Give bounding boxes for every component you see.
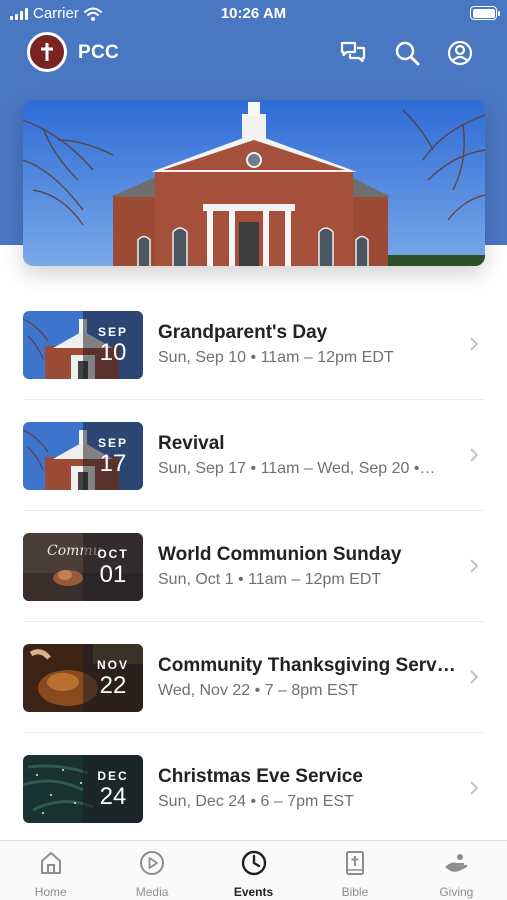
event-row[interactable]: Commu OCT 01 World Communion Sunday Sun,… — [23, 511, 485, 622]
event-datetime: Sun, Dec 24 • 6 – 7pm EST — [158, 793, 354, 810]
date-month: SEP — [97, 436, 128, 450]
event-thumbnail: NOV 22 — [23, 644, 143, 712]
event-thumbnail: Commu OCT 01 — [23, 533, 143, 601]
event-datetime: Wed, Nov 22 • 7 – 8pm EST — [158, 682, 359, 699]
date-month: DEC — [97, 769, 129, 783]
date-badge: SEP 10 — [83, 311, 143, 379]
event-title: Grandparent's Day — [158, 322, 328, 343]
event-row[interactable]: DEC 24 Christmas Eve Service Sun, Dec 24… — [23, 733, 485, 844]
date-day: 22 — [99, 672, 127, 699]
tab-giving[interactable]: Giving — [406, 841, 507, 900]
app-header: PCC — [0, 30, 507, 76]
date-badge: DEC 24 — [83, 755, 143, 823]
battery-icon — [470, 6, 500, 20]
chevron-right-icon — [470, 448, 479, 462]
tab-label: Media — [135, 885, 169, 899]
search-button[interactable] — [392, 38, 422, 68]
date-month: OCT — [97, 547, 129, 561]
play-circle-icon — [140, 851, 165, 875]
event-title: World Communion Sunday — [158, 544, 402, 565]
event-row[interactable]: NOV 22 Community Thanksgiving Serv… Wed,… — [23, 622, 485, 733]
date-day: 10 — [99, 339, 127, 366]
tab-label: Giving — [439, 885, 474, 899]
date-day: 17 — [99, 450, 127, 477]
hero-image — [23, 100, 485, 266]
event-datetime: Sun, Sep 10 • 11am – 12pm EDT — [158, 349, 394, 366]
event-datetime: Sun, Sep 17 • 11am – Wed, Sep 20 •… — [158, 460, 436, 477]
event-title: Revival — [158, 433, 225, 454]
tab-label: Events — [233, 885, 274, 899]
date-month: SEP — [97, 325, 128, 339]
chat-icon — [340, 41, 366, 63]
event-thumbnail: SEP 10 — [23, 311, 143, 379]
date-badge: OCT 01 — [83, 533, 143, 601]
date-day: 01 — [99, 561, 127, 588]
event-thumbnail: DEC 24 — [23, 755, 143, 823]
status-bar: Carrier 10:26 AM — [0, 0, 507, 30]
date-month: NOV — [96, 658, 129, 672]
chevron-right-icon — [470, 337, 479, 351]
event-title: Christmas Eve Service — [158, 766, 363, 787]
date-day: 24 — [99, 783, 127, 810]
event-thumbnail: SEP 17 — [23, 422, 143, 490]
church-logo[interactable] — [27, 32, 67, 72]
tab-bar: Home Media Events Bible Giving — [0, 840, 507, 900]
tab-home[interactable]: Home — [0, 841, 101, 900]
event-list: SEP 10 Grandparent's Day Sun, Sep 10 • 1… — [23, 289, 485, 844]
tab-bible[interactable]: Bible — [304, 841, 405, 900]
tab-label: Home — [34, 885, 67, 899]
tab-label: Bible — [341, 885, 369, 899]
event-datetime: Sun, Oct 1 • 11am – 12pm EDT — [158, 571, 382, 588]
home-icon — [40, 852, 61, 874]
chevron-right-icon — [470, 670, 479, 684]
tab-events[interactable]: Events — [203, 841, 304, 900]
user-icon — [447, 40, 473, 66]
event-row[interactable]: SEP 17 Revival Sun, Sep 17 • 11am – Wed,… — [23, 400, 485, 511]
tab-media[interactable]: Media — [101, 841, 202, 900]
cross-icon — [41, 43, 53, 61]
clock-icon — [241, 850, 266, 876]
date-badge: NOV 22 — [83, 644, 143, 712]
bible-icon — [345, 851, 364, 875]
event-title: Community Thanksgiving Serv… — [158, 655, 456, 676]
status-time: 10:26 AM — [220, 5, 287, 22]
chevron-right-icon — [470, 559, 479, 573]
profile-button[interactable] — [445, 38, 475, 68]
search-icon — [395, 41, 420, 66]
chat-button[interactable] — [338, 38, 368, 68]
giving-hand-icon — [445, 854, 468, 872]
event-row[interactable]: SEP 10 Grandparent's Day Sun, Sep 10 • 1… — [23, 289, 485, 400]
app-name: PCC — [78, 42, 120, 63]
chevron-right-icon — [470, 781, 479, 795]
date-badge: SEP 17 — [83, 422, 143, 490]
